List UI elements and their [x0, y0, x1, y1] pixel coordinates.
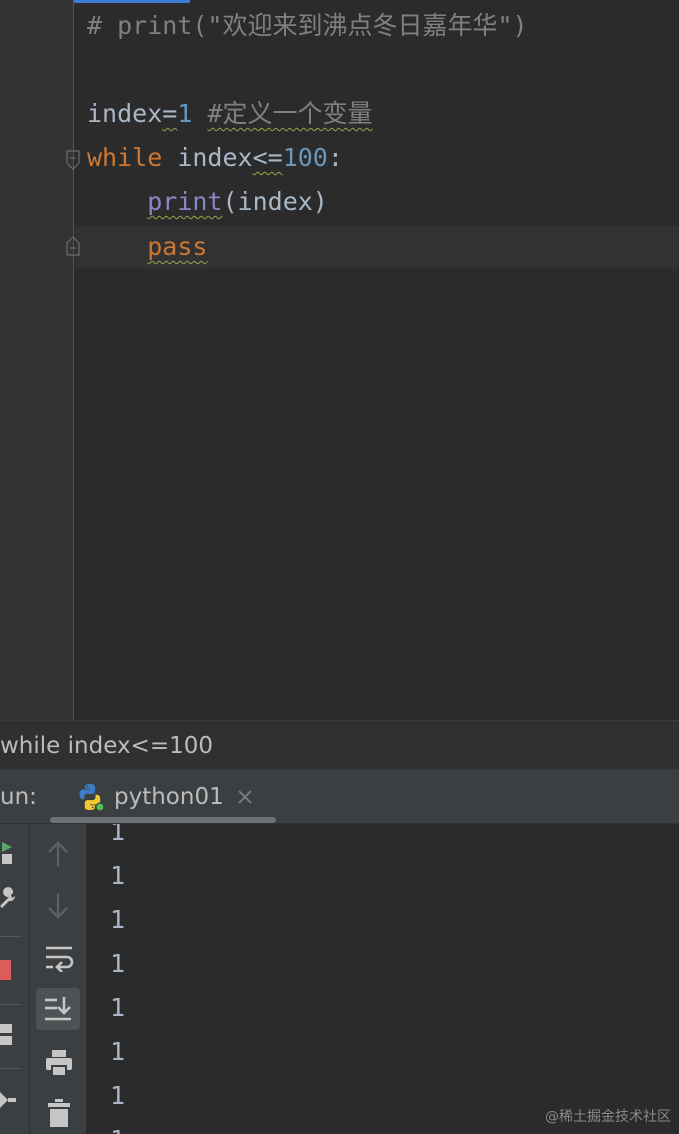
toolbar-separator — [0, 936, 22, 937]
console-line: 1 — [110, 824, 126, 846]
print-icon[interactable] — [44, 1048, 74, 1078]
trash-icon[interactable] — [46, 1098, 72, 1128]
active-tab-indicator — [50, 817, 276, 823]
code-line-6[interactable]: pass — [87, 227, 207, 267]
run-toolbar-primary — [0, 824, 30, 1134]
toolbar-separator — [0, 1068, 22, 1069]
run-panel: 1 1 1 1 1 1 1 1 @稀土掘金技术社区 — [0, 824, 679, 1134]
rerun-icon[interactable] — [0, 838, 16, 868]
console-line: 1 — [110, 905, 126, 934]
console-line: 1 — [110, 1081, 126, 1110]
compare-operator: <= — [252, 143, 283, 172]
colon: : — [327, 143, 343, 172]
wrench-icon[interactable] — [0, 886, 18, 910]
soft-wrap-icon[interactable] — [44, 944, 74, 972]
code-editor[interactable]: # print("欢迎来到沸点冬日嘉年华") index=1 #定义一个变量 w… — [0, 0, 679, 720]
editor-gutter — [0, 0, 74, 720]
run-toolbar-secondary — [30, 824, 86, 1134]
builtin-print: print — [147, 187, 223, 216]
console-line: 1 — [110, 861, 126, 890]
run-label: un: — [0, 784, 37, 810]
run-tab-python01[interactable]: python01 — [74, 770, 254, 824]
comment-args: ("欢迎来到沸点冬日嘉年华") — [192, 11, 528, 40]
code-line-5[interactable]: print(index) — [87, 182, 328, 222]
run-tab-label: python01 — [114, 784, 224, 810]
arrow-up-icon[interactable] — [46, 840, 70, 868]
watermark: @稀土掘金技术社区 — [545, 1109, 671, 1125]
code-line-4[interactable]: while index<=100: — [87, 138, 343, 178]
scroll-to-end-button[interactable] — [36, 988, 80, 1030]
inline-comment: #定义一个变量 — [207, 99, 373, 128]
call-args: (index) — [222, 187, 328, 216]
number-literal: 100 — [282, 143, 328, 172]
keyword-pass: pass — [147, 232, 208, 261]
python-icon — [79, 784, 105, 812]
close-icon[interactable] — [236, 788, 254, 806]
variable-index: index — [87, 99, 163, 128]
variable-index: index — [177, 143, 253, 172]
run-tool-header: un: python01 — [0, 770, 679, 824]
scroll-to-end-icon — [45, 997, 71, 1021]
breadcrumb-item[interactable]: while index<=100 — [0, 721, 213, 771]
console-line: 1 — [110, 993, 126, 1022]
comment-hash: # — [87, 11, 118, 40]
pin-icon[interactable] — [0, 1086, 18, 1112]
code-line-3[interactable]: index=1 #定义一个变量 — [87, 94, 373, 134]
code-line-1[interactable]: # print("欢迎来到沸点冬日嘉年华") — [87, 6, 528, 46]
keyword-while: while — [87, 143, 163, 172]
console-output[interactable]: 1 1 1 1 1 1 1 1 — [110, 824, 125, 1134]
layout-icon[interactable] — [0, 1024, 14, 1046]
comment-print: print — [117, 11, 193, 40]
console-line: 1 — [110, 1037, 126, 1066]
stop-icon[interactable] — [0, 960, 12, 980]
toolbar-separator — [0, 1004, 22, 1005]
number-literal: 1 — [177, 99, 193, 128]
arrow-down-icon[interactable] — [46, 892, 70, 920]
breadcrumb[interactable]: while index<=100 — [0, 720, 679, 770]
console-line: 1 — [110, 949, 126, 978]
assign-operator: = — [162, 99, 178, 128]
console-line: 1 — [110, 1118, 125, 1134]
fold-end-icon[interactable] — [66, 236, 80, 256]
fold-start-icon[interactable] — [66, 150, 80, 170]
